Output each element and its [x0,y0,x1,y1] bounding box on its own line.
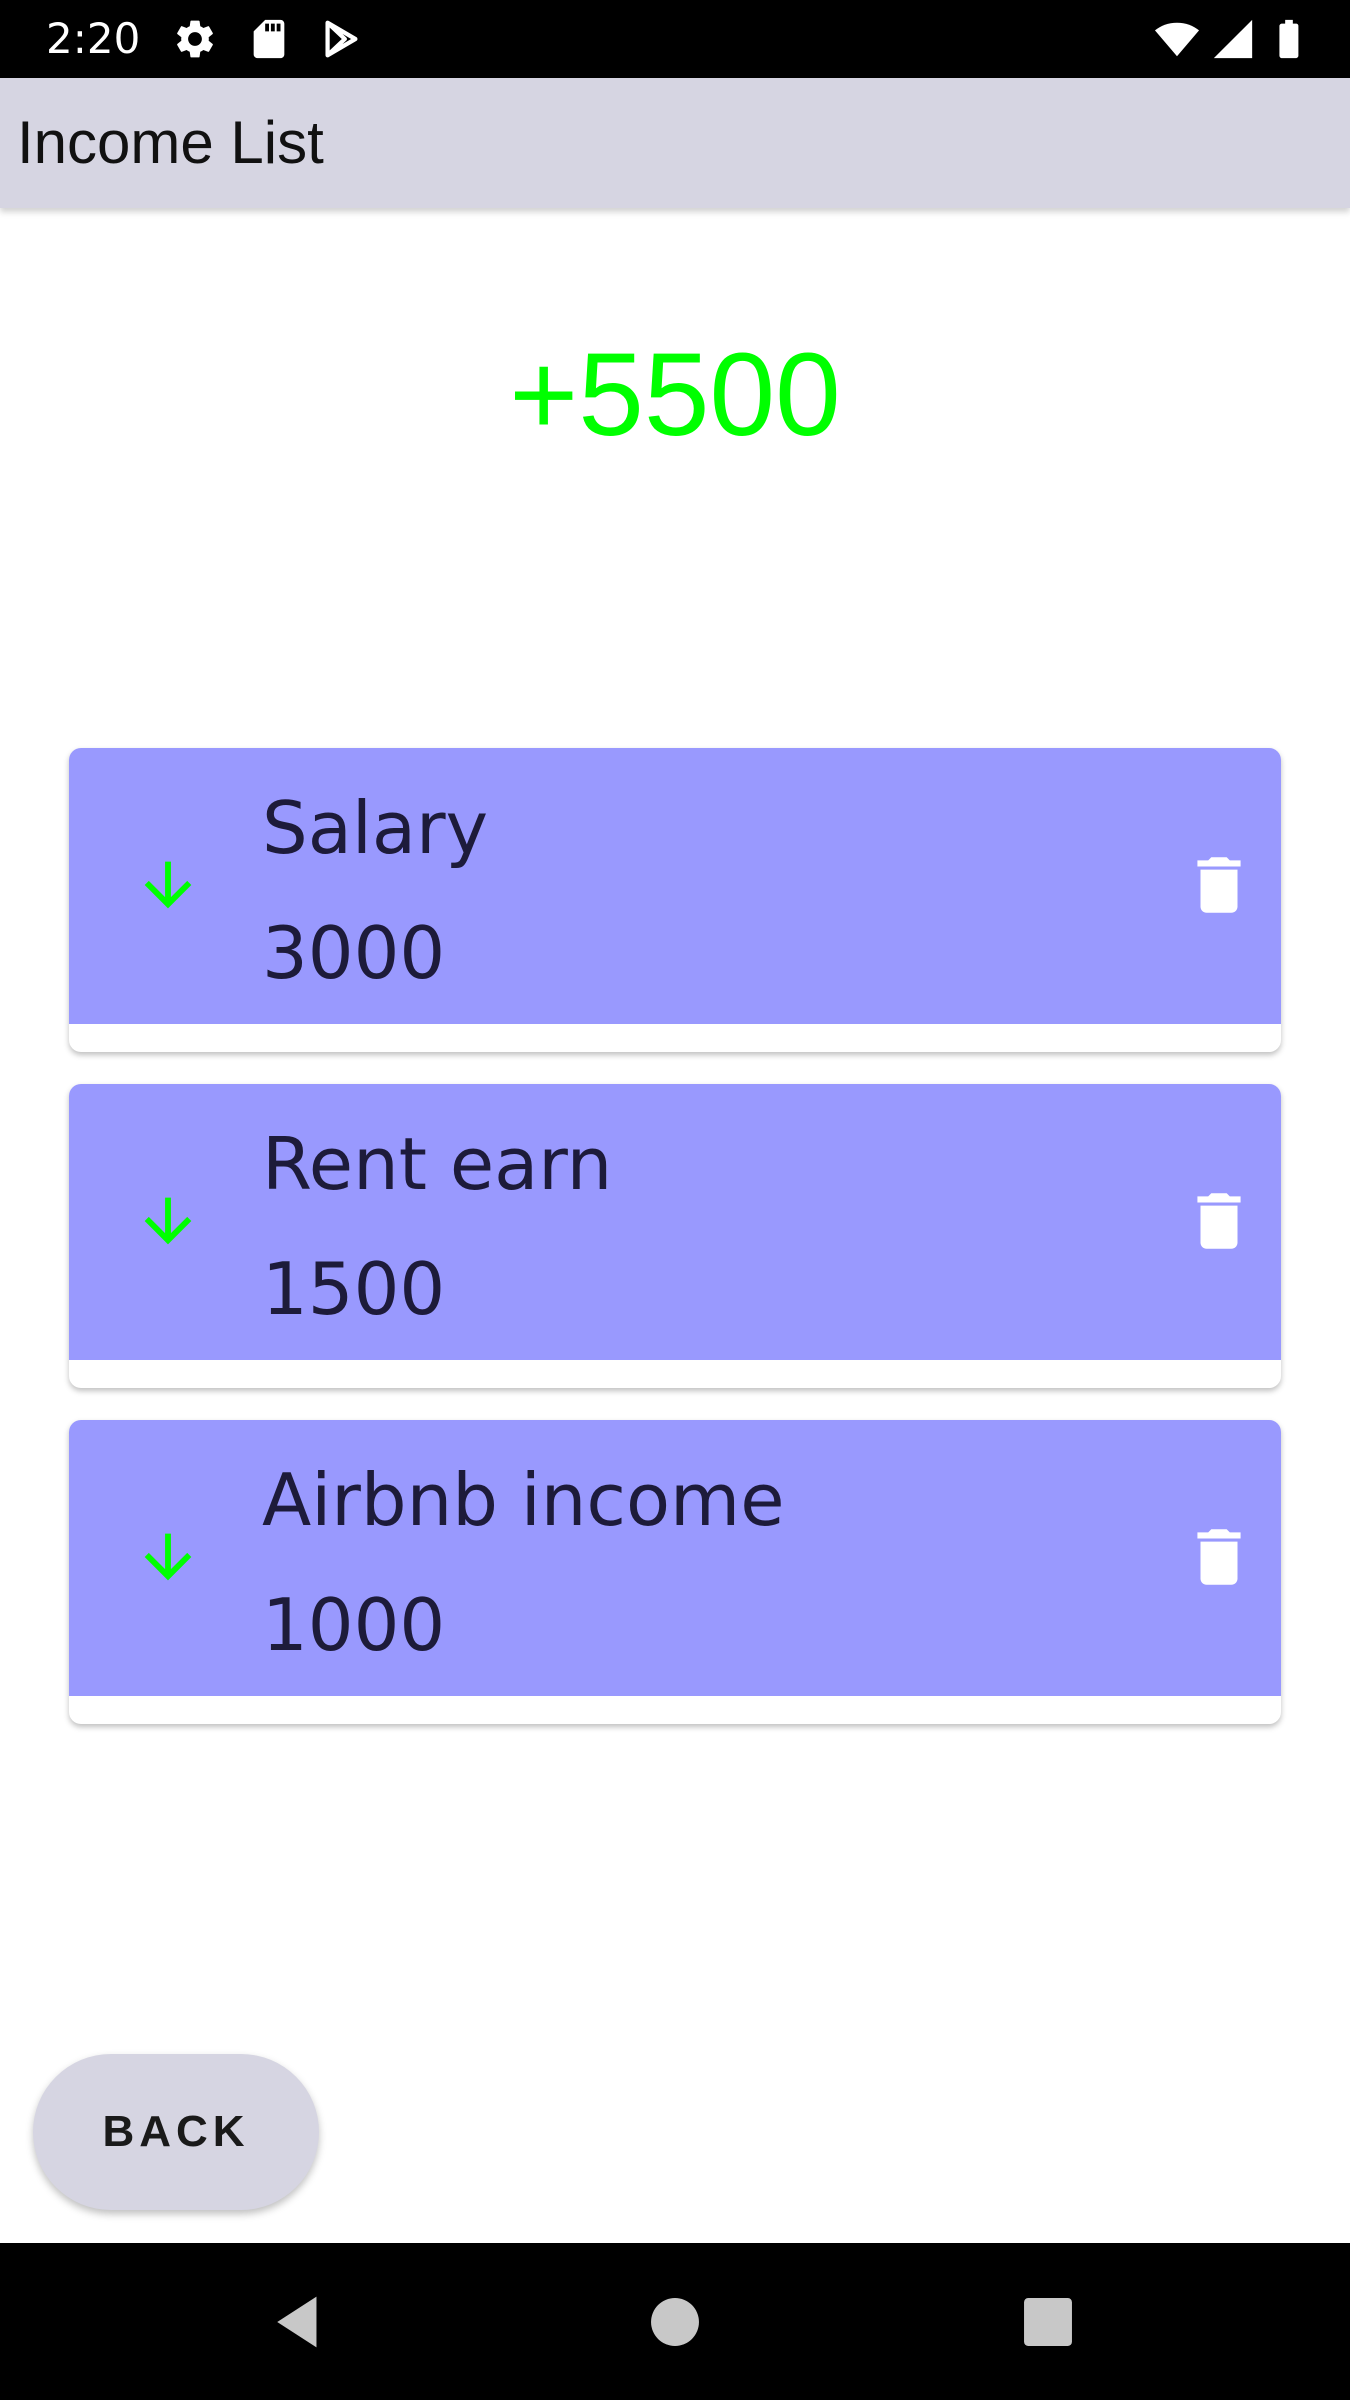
page-title: Income List [17,109,324,176]
income-total: +5500 [509,329,841,461]
signal-icon [1213,19,1253,59]
income-amount: 3000 [262,911,446,995]
nav-home-button[interactable] [600,2243,750,2400]
list-item[interactable]: Salary 3000 [69,748,1281,1052]
income-name: Airbnb income [262,1458,785,1542]
card-content: Salary 3000 [69,748,1281,1024]
back-triangle-icon [277,2296,317,2347]
play-store-icon [325,20,358,58]
delete-icon[interactable] [1182,1520,1256,1594]
sd-card-icon [253,19,285,59]
settings-icon [177,20,213,58]
income-amount: 1000 [262,1583,446,1667]
arrow-down-icon [144,1197,192,1245]
income-name: Salary [262,786,489,870]
card-content: Rent earn 1500 [69,1084,1281,1360]
income-name: Rent earn [262,1122,613,1206]
arrow-down-icon [144,1533,192,1581]
battery-icon [1279,19,1299,59]
list-item[interactable]: Airbnb income 1000 [69,1420,1281,1724]
back-button[interactable]: BACK [33,2054,319,2210]
wifi-icon [1154,22,1200,57]
list-item[interactable]: Rent earn 1500 [69,1084,1281,1388]
home-circle-icon [651,2297,699,2346]
card-content: Airbnb income 1000 [69,1420,1281,1696]
nav-back-button[interactable] [223,2243,373,2400]
delete-icon[interactable] [1182,1184,1256,1258]
income-amount: 1500 [262,1247,446,1331]
app-bar: Income List [0,78,1350,208]
status-bar: 2:20 [0,0,1350,78]
recents-square-icon [1024,2297,1072,2346]
nav-recents-button[interactable] [973,2243,1123,2400]
status-time: 2:20 [46,14,141,63]
arrow-down-icon [144,861,192,909]
delete-icon[interactable] [1182,848,1256,922]
navigation-bar [0,2243,1350,2400]
